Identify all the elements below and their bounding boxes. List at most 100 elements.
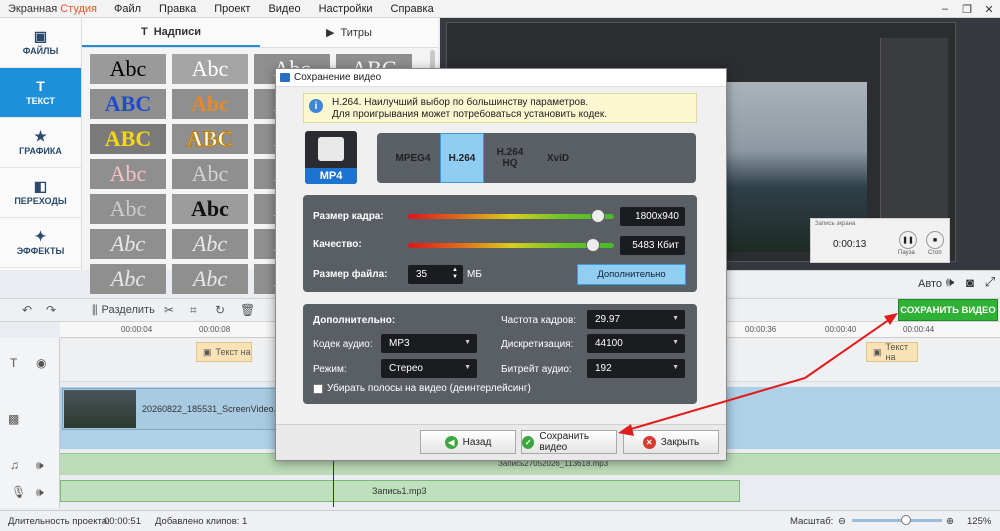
tabs-bar: T Надписи ▶ Титры (82, 18, 438, 48)
ruler-tick: 00:00:36 (745, 325, 777, 334)
text-track-icon: T (10, 356, 18, 370)
redo-icon[interactable]: ↷ (46, 300, 56, 320)
bitrate-select[interactable]: 192 ▼ (587, 359, 685, 378)
tab-captions[interactable]: T Надписи (82, 18, 260, 47)
nav-effects[interactable]: ✦ ЭФФЕКТЫ (0, 218, 81, 268)
text-clip-icon: ▣ (873, 346, 882, 357)
fullscreen-icon[interactable]: ⤢ (982, 274, 998, 290)
codec-xvid[interactable]: XviD (536, 133, 580, 183)
effects-icon: ✦ (34, 228, 47, 244)
deinterlace-checkbox[interactable] (313, 384, 323, 394)
text-style-preset[interactable]: Abc (172, 264, 248, 294)
menu-edit[interactable]: Правка (150, 3, 205, 15)
volume-icon[interactable]: 🕪 (36, 485, 44, 500)
tab-titles[interactable]: ▶ Титры (260, 18, 438, 47)
text-style-preset[interactable]: Abc (172, 54, 248, 84)
frame-size-slider[interactable] (408, 214, 614, 219)
rotate-icon[interactable]: ↻ (215, 300, 225, 320)
menu-help[interactable]: Справка (382, 3, 443, 15)
stepper-arrows-icon[interactable]: ▲ ▼ (452, 267, 458, 281)
volume-icon[interactable]: 🕪 (36, 458, 44, 473)
format-mp4-icon[interactable]: MP4 (305, 131, 357, 184)
maximize-icon[interactable]: ❐ (956, 0, 978, 18)
auto-label[interactable]: Авто (918, 278, 942, 290)
audio-codec-select[interactable]: MP3 ▼ (381, 334, 477, 353)
info-line-1: H.264. Наилучший выбор по большинству па… (332, 97, 589, 108)
file-size-stepper[interactable]: 35 ▲ ▼ (408, 265, 463, 284)
dialog-title: Сохранение видео (294, 72, 382, 83)
menu-video[interactable]: Видео (259, 3, 309, 15)
save-video-button[interactable]: СОХРАНИТЬ ВИДЕО (898, 299, 998, 321)
clips-count: Добавлено клипов: 1 (155, 516, 248, 527)
zoom-out-icon[interactable]: ⊖ (838, 516, 846, 527)
zoom-in-icon[interactable]: ⊕ (946, 516, 954, 527)
advanced-settings-button[interactable]: Дополнительно (577, 264, 686, 285)
text-style-preset[interactable]: Abc (172, 89, 248, 119)
text-clip[interactable]: ▣ Текст на (866, 342, 918, 362)
delete-icon[interactable]: 🗑 (240, 300, 255, 320)
nav-effects-label: ЭФФЕКТЫ (16, 246, 65, 256)
camera-icon[interactable]: ◙ (962, 274, 978, 290)
eye-icon[interactable]: ◉ (36, 356, 46, 370)
ruler-tick: 00:00:40 (825, 325, 857, 334)
frame-size-slider-knob[interactable] (590, 209, 605, 223)
recorder-title: Запись экрана (815, 221, 856, 227)
text-style-preset[interactable]: Abc (90, 229, 166, 259)
text-style-preset[interactable]: ABC (90, 124, 166, 154)
transitions-icon: ◧ (33, 178, 48, 194)
nav-transitions[interactable]: ◧ ПЕРЕХОДЫ (0, 168, 81, 218)
volume-icon[interactable]: 🕪 (942, 274, 958, 290)
close-dialog-button[interactable]: ✕ Закрыть (623, 430, 719, 454)
nav-graphics[interactable]: ★ ГРАФИКА (0, 118, 81, 168)
nav-files[interactable]: ▣ ФАЙЛЫ (0, 18, 81, 68)
text-style-preset[interactable]: Abc (90, 54, 166, 84)
minimize-icon[interactable]: – (934, 0, 956, 18)
menu-file[interactable]: Файл (105, 3, 150, 15)
pause-icon[interactable]: ❚❚ (899, 231, 917, 249)
sample-rate-select[interactable]: 44100 ▼ (587, 334, 685, 353)
recorder-widget: Запись экрана 0:00:13 ❚❚ ■ Пауза Стоп (810, 218, 950, 263)
stop-icon[interactable]: ■ (926, 231, 944, 249)
zoom-slider[interactable] (852, 519, 942, 522)
crop-icon[interactable]: ⌗ (190, 300, 197, 320)
cut-icon[interactable]: ✂ (164, 300, 174, 320)
split-label: Разделить (101, 304, 155, 316)
app-title: Экранная Студия (0, 3, 105, 15)
quality-slider[interactable] (408, 243, 614, 248)
frame-size-label: Размер кадра: (313, 211, 384, 222)
text-style-preset[interactable]: ABC (172, 124, 248, 154)
text-style-preset[interactable]: Abc (172, 159, 248, 189)
text-style-preset[interactable]: Abc (172, 194, 248, 224)
text-style-preset[interactable]: Abc (90, 264, 166, 294)
app-icon (280, 73, 290, 82)
zoom-slider-knob[interactable] (901, 515, 911, 525)
save-video-dialog-button[interactable]: ✓ Сохранить видео (521, 430, 617, 454)
back-button[interactable]: ◀ Назад (420, 430, 516, 454)
text-style-preset[interactable]: Abc (172, 229, 248, 259)
app-title-prefix: Экранная (8, 2, 61, 15)
stop-label: Стоп (928, 250, 942, 256)
back-label: Назад (462, 436, 492, 448)
menu-settings[interactable]: Настройки (310, 3, 382, 15)
codec-h264[interactable]: H.264 (440, 133, 484, 183)
frame-size-value[interactable]: 1800x940 (620, 207, 685, 226)
text-style-preset[interactable]: Abc (90, 194, 166, 224)
codec-mpeg4[interactable]: MPEG4 (388, 133, 438, 183)
undo-icon[interactable]: ↶ (22, 300, 32, 320)
split-button[interactable]: ⫼ Разделить (92, 300, 155, 320)
quality-value[interactable]: 5483 Кбит (620, 236, 685, 255)
fps-select[interactable]: 29.97 ▼ (587, 310, 685, 329)
sample-rate-value: 44100 (595, 338, 623, 349)
text-style-preset[interactable]: ABC (90, 89, 166, 119)
nav-text[interactable]: T ТЕКСТ (0, 68, 81, 118)
codec-h264-hq[interactable]: H.264 HQ (488, 133, 532, 183)
text-style-preset[interactable]: Abc (90, 159, 166, 189)
menu-project[interactable]: Проект (205, 3, 259, 15)
close-icon[interactable]: ✕ (978, 0, 1000, 18)
text-clip[interactable]: ▣ Текст на (196, 342, 252, 362)
codec-info-box: H.264. Наилучший выбор по большинству па… (303, 93, 697, 123)
nav-files-label: ФАЙЛЫ (22, 46, 59, 56)
dialog-title-bar: Сохранение видео (276, 69, 726, 87)
voice-clip-name: Запись1.mp3 (372, 486, 427, 496)
mode-select[interactable]: Стерео ▼ (381, 359, 477, 378)
